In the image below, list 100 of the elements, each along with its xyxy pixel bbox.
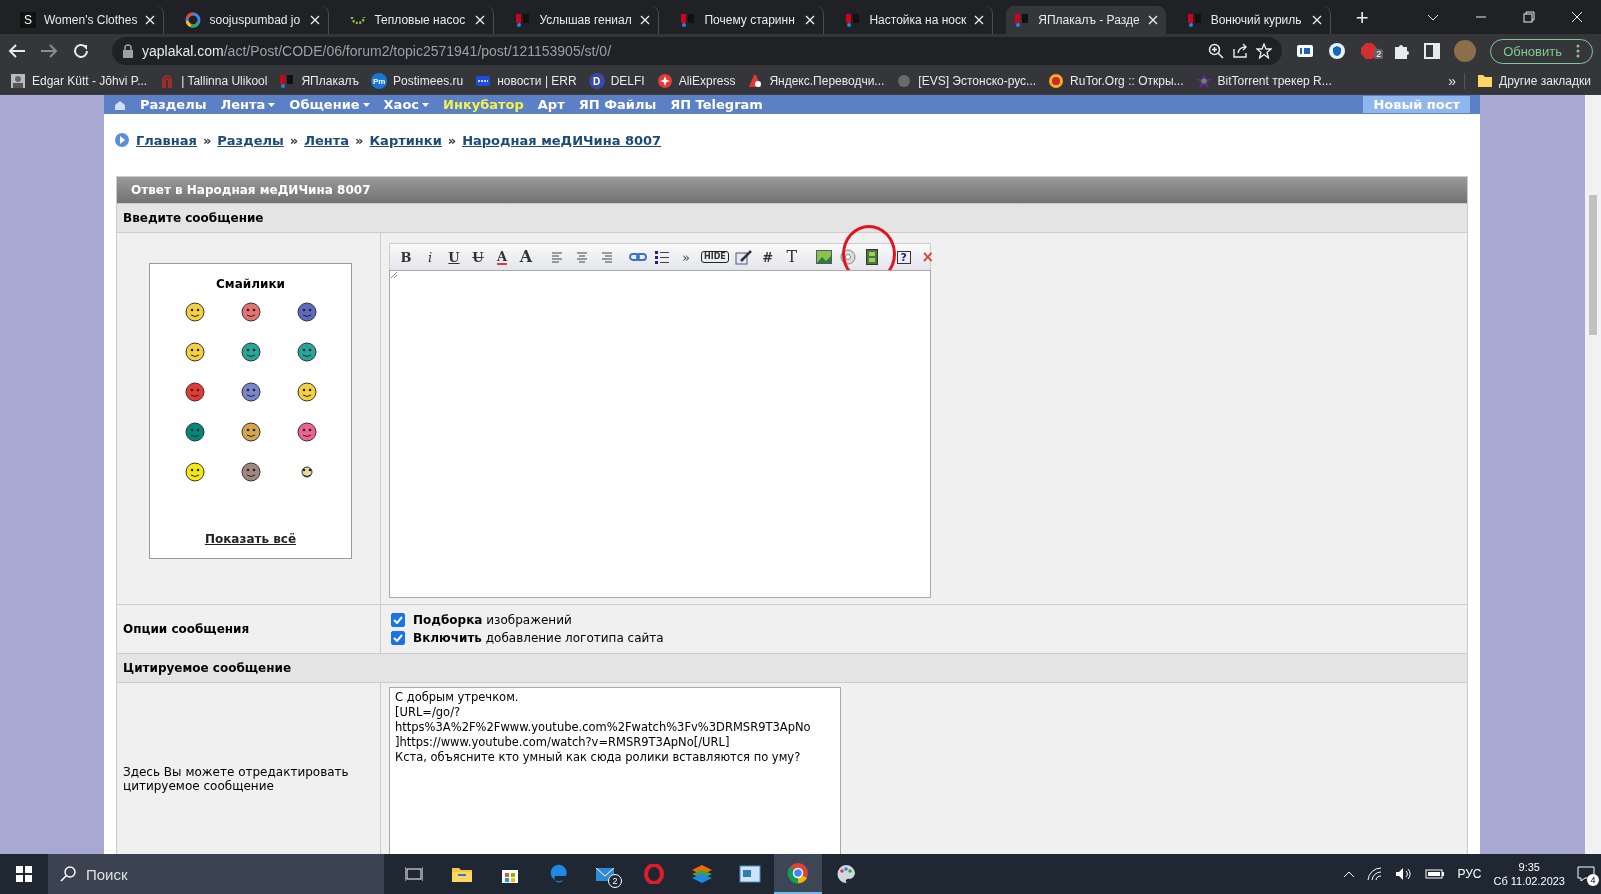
bookmark-label: Postimees.ru [393,74,464,88]
bookmark[interactable]: AliExpress [656,73,736,89]
scrollbar-thumb[interactable] [1589,195,1597,335]
close-button[interactable]: × [917,247,938,267]
edit-button[interactable] [733,247,754,267]
quoted-textarea[interactable]: С добрым утречком. [URL=/go/? https%3A%2F%2Fwww.youtube.com%2Fwatch%3Fv%3DRMSR9T3ApNo ]https://www.youtube.com/watch?v=RMSR9T3ApNo[/URL] Кста, объясните кто умный как сюда ролики вставляются по уму? [389,687,841,854]
mail-icon[interactable] [595,865,617,883]
home-icon[interactable] [114,99,126,110]
close-icon[interactable] [640,15,651,25]
folder-icon[interactable] [451,865,473,883]
speaker-icon[interactable] [1395,867,1414,881]
close-icon[interactable] [805,15,816,25]
opera-icon[interactable] [644,864,664,884]
layers-icon[interactable] [691,864,713,884]
section-heading: Цитируемое сообщение [117,653,1467,682]
close-icon[interactable] [310,15,321,25]
other-bookmarks-folder[interactable]: Другие закладки [1477,74,1591,88]
bookmark-label: DELFI [610,74,645,88]
palette-icon[interactable] [835,863,857,885]
close-icon[interactable] [145,15,156,25]
nav-link[interactable]: ЯП Telegram [670,97,763,112]
nav-link[interactable]: ЯП Файлы [578,97,657,112]
forward-icon[interactable] [40,43,58,59]
hash-button[interactable]: # [757,247,778,267]
show-all-link[interactable]: Показать всё [204,532,297,546]
id-icon[interactable] [1296,44,1315,58]
new-tab-button[interactable]: + [1349,5,1375,31]
stop-sign-icon[interactable] [1360,42,1379,60]
scrollbar[interactable] [1585,95,1601,854]
browser-tab[interactable]: ЯПлакалъ - Разде [1006,6,1166,34]
bookmark[interactable]: Edgar Kütt - Jõhvi P... [10,73,148,89]
breadcrumb-separator: » [447,132,457,148]
align-right-icon [599,251,613,263]
bookmark[interactable]: Pm Postimees.ru [371,73,464,89]
bookmark[interactable]: Яндекс.Переводчи... [747,73,885,89]
bookmark[interactable]: новости | ERR [475,73,577,89]
avatar[interactable] [1454,40,1477,62]
bookmark[interactable]: [EVS] Эстонско-рус... [896,73,1037,89]
star-logo-icon [1195,73,1212,89]
yap-logo-icon [680,12,697,28]
wifi-icon[interactable] [1367,867,1384,881]
font-color-button[interactable]: A [492,247,512,267]
reload-icon[interactable] [72,42,90,60]
taskbar-app[interactable]: 2 [582,854,630,894]
puzzle-icon[interactable] [1392,42,1411,60]
quote-button[interactable]: » [676,247,696,267]
nav-link[interactable]: Разделы [140,97,207,112]
language-indicator[interactable]: РУС [1457,867,1482,881]
disc-button[interactable] [837,247,858,267]
back-icon[interactable] [8,43,26,59]
clock[interactable]: 9:35 Сб 11.02.2023 [1493,860,1565,888]
task-view-icon[interactable] [405,866,423,882]
more-bookmarks-button[interactable]: » [1448,73,1466,89]
search-field[interactable]: Поиск [48,854,384,894]
nav-link[interactable]: Лента [220,97,276,112]
bookmark[interactable]: RuTor.Org :: Откры... [1048,73,1184,89]
side-panel-icon[interactable] [1424,43,1441,59]
close-icon[interactable] [475,15,486,25]
breadcrumb-link[interactable]: Лента [304,132,350,148]
strikethrough-button[interactable]: U [468,247,488,267]
close-icon[interactable] [974,15,985,25]
nav-link[interactable]: Арт [537,97,565,112]
site-logo-icon: S [20,12,36,28]
breadcrumb-separator: » [289,132,299,148]
battery-icon[interactable] [1425,868,1446,880]
image-button[interactable] [813,247,834,267]
nav-link[interactable]: Хаос [383,97,430,112]
star-icon[interactable] [1256,43,1273,59]
bold-button[interactable]: B [396,247,416,267]
close-icon[interactable] [1311,15,1322,25]
shield-icon[interactable] [1328,42,1347,60]
underline-button[interactable]: U [444,247,464,267]
more-icon [1576,44,1580,58]
text-button[interactable]: T [781,247,802,267]
bookmark[interactable]: BitTorrent трекер R... [1195,73,1332,89]
checkbox[interactable] [391,613,405,627]
chevron-up-icon[interactable] [1343,870,1356,878]
italic-button[interactable]: i [420,247,440,267]
chrome-icon[interactable] [787,862,809,884]
bookmark[interactable]: ЯПлакалъ [279,73,360,89]
breadcrumb-link[interactable]: Картинки [369,132,442,148]
bookmark[interactable]: D DELFI [588,73,645,89]
window-icon[interactable] [739,865,761,883]
lock-icon [122,44,134,58]
nav-link[interactable]: Общение [289,97,370,112]
zoom-icon[interactable] [1208,43,1225,59]
notification-icon[interactable] [1577,866,1595,882]
site-logo-icon: Pm [371,73,388,89]
breadcrumb-link[interactable]: Народная меДИЧина 8007 [462,132,662,148]
breadcrumb-link[interactable]: Главная [136,132,197,148]
checkbox[interactable] [391,631,405,645]
address-bar[interactable]: yaplakal.com/act/Post/CODE/06/forum2/topic2571941/post/121153905/st/0/ [112,37,1283,65]
close-icon[interactable] [1147,15,1158,25]
edge-icon[interactable] [548,864,568,884]
caret-icon [268,102,276,107]
bookmark[interactable]: | Tallinna Ulikool [159,73,268,89]
share-icon[interactable] [1232,43,1249,59]
windows-icon[interactable] [16,866,32,882]
breadcrumb-link[interactable]: Разделы [217,132,284,148]
font-size-button[interactable]: A [516,247,536,267]
